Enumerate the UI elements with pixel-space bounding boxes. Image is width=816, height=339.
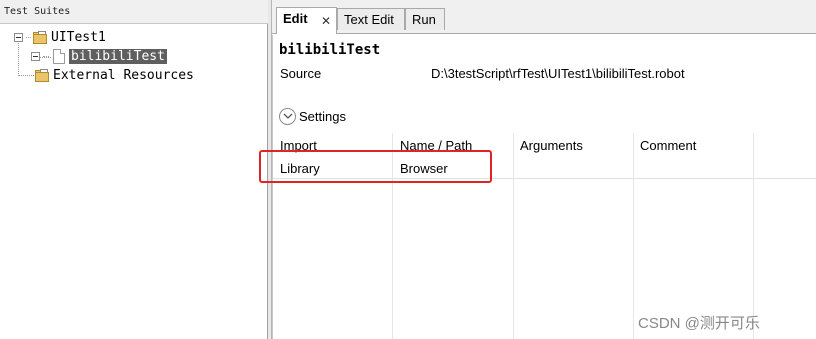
edit-content: bilibiliTest Source D:\3testScript\rfTes… [259, 35, 816, 339]
source-path: D:\3testScript\rfTest\UITest1\bilibiliTe… [431, 66, 685, 81]
suite-title: bilibiliTest [279, 42, 381, 58]
highlight-box [259, 150, 492, 183]
grid-column-divider [513, 133, 514, 339]
tab-edit[interactable]: Edit ✕ [276, 7, 337, 34]
test-suites-panel: Test Suites UITest1 bilibiliTest Externa… [0, 0, 268, 339]
tree-guide-line [43, 55, 49, 57]
collapse-icon[interactable] [14, 32, 23, 42]
source-label: Source [280, 66, 322, 81]
watermark: CSDN @测开可乐 [638, 315, 760, 332]
file-icon [53, 48, 65, 64]
column-header-comment[interactable]: Comment [640, 138, 696, 153]
editor-tabstrip: Edit ✕ Text Edit Run [272, 0, 816, 34]
close-icon[interactable]: ✕ [321, 11, 331, 32]
tab-label: Edit [283, 11, 308, 26]
folder-icon [32, 30, 48, 44]
tab-label: Run [412, 12, 436, 27]
tree-item-label: UITest1 [51, 29, 106, 45]
grid-column-divider [633, 133, 634, 339]
settings-label: Settings [299, 108, 346, 124]
test-suites-header: Test Suites [0, 0, 268, 24]
editor-panel: Edit ✕ Text Edit Run bilibiliTest Source… [259, 0, 816, 339]
settings-toggle[interactable]: Settings [279, 105, 346, 127]
chevron-down-icon[interactable] [279, 107, 296, 125]
grid-column-divider [753, 133, 754, 339]
tab-run[interactable]: Run [405, 8, 445, 30]
folder-icon [34, 68, 50, 82]
collapse-icon[interactable] [31, 51, 40, 61]
tree-item-bilibilitest[interactable]: bilibiliTest [31, 47, 167, 65]
tree-item-label: External Resources [53, 67, 194, 83]
column-header-arguments[interactable]: Arguments [520, 138, 583, 153]
tree-item-external-resources[interactable]: External Resources [34, 66, 194, 84]
tab-text-edit[interactable]: Text Edit [337, 8, 405, 30]
settings-grid: Import Name / Path Arguments Comment Lib… [259, 133, 816, 339]
tab-label: Text Edit [344, 12, 394, 27]
tree-guide-line [19, 75, 34, 76]
tree-item-label: bilibiliTest [69, 48, 167, 64]
tree-guide-line [26, 36, 31, 38]
tree-item-uitest1[interactable]: UITest1 [14, 28, 106, 46]
